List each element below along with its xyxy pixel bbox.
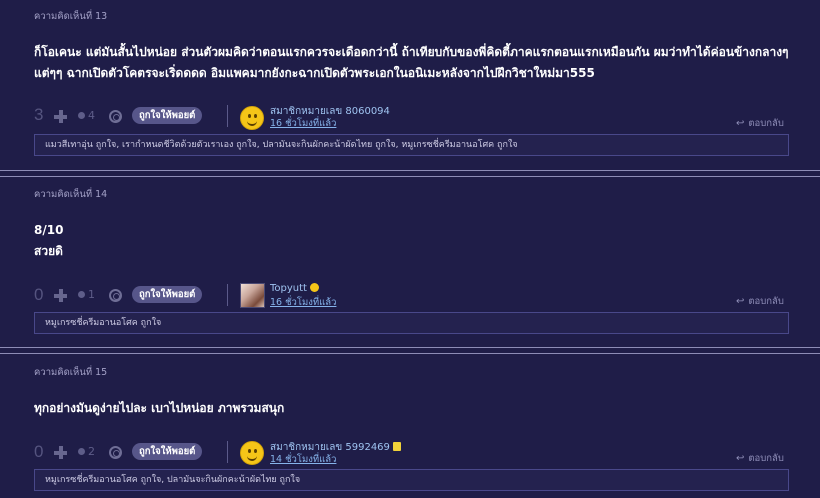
username-link[interactable]: Topyutt [270,283,319,294]
comment-body-line: ทุกอย่างมันดูง่ายไปละ เบาไปหน่อย ภาพรวมส… [34,401,285,415]
comment-body-line: 8/10 [34,223,64,237]
username-text: Topyutt [270,283,307,294]
member-badge-icon [309,283,319,292]
vote-score: 3 [34,105,44,124]
likers-list: แมวสีเทาอุ่น ถูกใจ, เรากำหนดชีวิตด้วยตัว… [34,134,789,156]
like-point-button[interactable]: ถูกใจให้พอยต์ [132,286,203,303]
reply-arrow-icon: ↩ [736,296,745,307]
comment-divider [0,347,820,354]
separator [227,105,228,127]
like-point-button[interactable]: ถูกใจให้พอยต์ [132,107,203,124]
comment-body-line: ก็โอเคนะ แต่มันสั้นไปหน่อย ส่วนตัวผมคิดว… [34,45,789,59]
emotion-count: 2 [88,445,95,458]
emotion-count: 4 [88,109,95,122]
emotion-counter[interactable]: 2 [78,445,95,458]
comment-number: ความคิดเห็นที่ 13 [34,11,108,22]
member-badge-icon [392,442,401,451]
post-time-link[interactable]: 16 ชั่วโมงที่แล้ว [270,116,336,131]
post-time-link[interactable]: 14 ชั่วโมงที่แล้ว [270,452,336,467]
user-avatar[interactable] [240,283,265,308]
emotion-icon [78,448,85,455]
emotion-icon [78,112,85,119]
reply-arrow-icon: ↩ [736,453,745,464]
comment-divider [0,170,820,177]
emotion-target-icon[interactable] [109,446,122,459]
comment-body: 8/10 สวยดิ [34,220,790,262]
plus-vote-icon[interactable] [54,446,67,459]
emotion-icon [78,291,85,298]
comment-number: ความคิดเห็นที่ 14 [34,189,108,200]
reply-label: ตอบกลับ [748,453,784,464]
comment-body: ทุกอย่างมันดูง่ายไปละ เบาไปหน่อย ภาพรวมส… [34,398,790,419]
separator [227,441,228,463]
emotion-counter[interactable]: 1 [78,288,95,301]
reply-label: ตอบกลับ [748,296,784,307]
emotion-count: 1 [88,288,95,301]
emotion-target-icon[interactable] [109,110,122,123]
emotion-counter[interactable]: 4 [78,109,95,122]
vote-score: 0 [34,442,44,461]
reply-button[interactable]: ↩ ตอบกลับ [736,116,784,131]
reply-button[interactable]: ↩ ตอบกลับ [736,294,784,309]
post-time-link[interactable]: 16 ชั่วโมงที่แล้ว [270,295,336,310]
user-avatar[interactable] [240,106,264,130]
like-point-button[interactable]: ถูกใจให้พอยต์ [132,443,203,460]
separator [227,284,228,306]
emotion-target-icon[interactable] [109,289,122,302]
comment-number: ความคิดเห็นที่ 15 [34,367,108,378]
reply-button[interactable]: ↩ ตอบกลับ [736,451,784,466]
user-avatar[interactable] [240,441,264,465]
reply-arrow-icon: ↩ [736,118,745,129]
comment-body: ก็โอเคนะ แต่มันสั้นไปหน่อย ส่วนตัวผมคิดว… [34,42,790,84]
comment-body-line: แต่ๆๆ ฉากเปิดตัวโคตรจะเริ่ดดดด อิมแพคมาก… [34,66,595,80]
vote-score: 0 [34,285,44,304]
comment-body-line: สวยดิ [34,244,63,258]
likers-list: หมูเกรซชี่ครีมอานอโศค ถูกใจ [34,312,789,334]
avatar-mouth [247,453,257,461]
likers-list: หมูเกรซชี่ครีมอานอโศค ถูกใจ, ปลามันจะกิน… [34,469,789,491]
plus-vote-icon[interactable] [54,289,67,302]
avatar-mouth [247,118,257,126]
plus-vote-icon[interactable] [54,110,67,123]
reply-label: ตอบกลับ [748,118,784,129]
